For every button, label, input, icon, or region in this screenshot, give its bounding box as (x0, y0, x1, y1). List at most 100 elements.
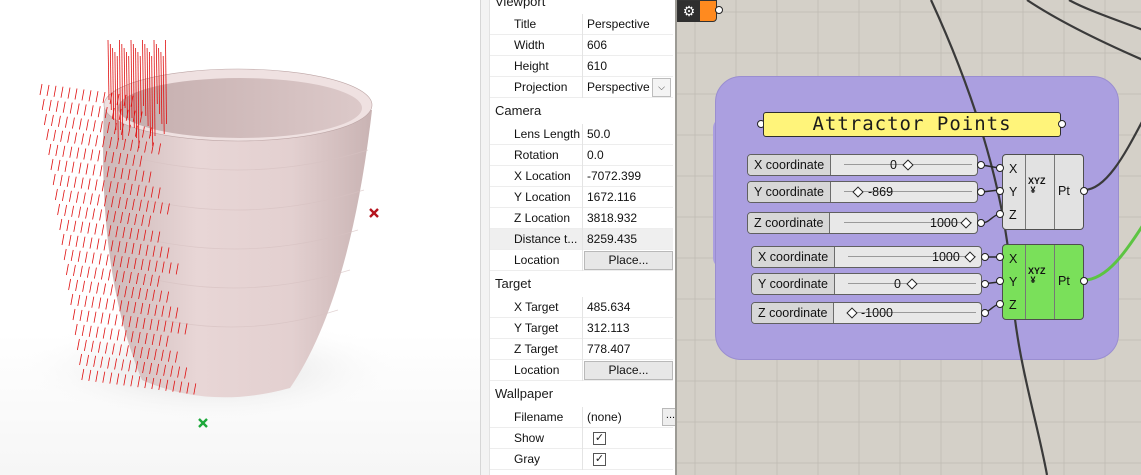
slider-label: Z coordinate (748, 213, 831, 233)
slider-knob[interactable] (852, 186, 864, 198)
prop-value[interactable]: Perspective (587, 80, 650, 94)
z-slider-1[interactable]: Z coordinate 1000 (747, 212, 978, 234)
slider-grip[interactable] (977, 188, 985, 196)
prop-filename[interactable]: Filename (none) ... (490, 407, 675, 428)
prop-value[interactable]: 50.0 (587, 127, 610, 141)
attractor-points-panel[interactable]: Attractor Points (763, 112, 1061, 137)
slider-label: X coordinate (748, 155, 832, 175)
prop-y-target[interactable]: Y Target 312.113 (490, 318, 673, 339)
slider-grip[interactable] (981, 280, 989, 288)
input-y[interactable]: Y (1009, 275, 1017, 289)
prop-label: Lens Length (514, 127, 581, 141)
prop-label: Show (514, 431, 545, 445)
slider-knob[interactable] (846, 307, 858, 319)
prop-show[interactable]: Show ✓ (490, 428, 673, 449)
prop-value: (none) (587, 410, 622, 424)
chevron-down-icon[interactable]: ⌵ (652, 78, 671, 97)
slider-value: -869 (868, 185, 894, 199)
output-grip[interactable] (715, 6, 723, 14)
prop-label: Location (514, 363, 560, 377)
attractor-point-red (369, 208, 379, 218)
slider-grip[interactable] (981, 309, 989, 317)
prop-label: Y Location (514, 190, 571, 204)
output-pt[interactable]: Pt (1058, 184, 1070, 198)
output-pt[interactable]: Pt (1058, 274, 1070, 288)
prop-lens-length[interactable]: Lens Length 50.0 (490, 124, 673, 145)
prop-label: Rotation (514, 148, 559, 162)
place-target-button[interactable]: Place... (584, 361, 673, 380)
input-grip[interactable] (996, 253, 1004, 261)
prop-height[interactable]: Height 610 (490, 56, 673, 77)
input-grip[interactable] (996, 164, 1004, 172)
grasshopper-canvas[interactable]: ⚙ Attractor Points X coordinate 0 Y coor… (675, 0, 1141, 475)
prop-rotation[interactable]: Rotation 0.0 (490, 145, 673, 166)
section-target: Target (495, 276, 532, 291)
slider-grip[interactable] (977, 219, 985, 227)
output-grip[interactable] (1058, 120, 1066, 128)
prop-projection[interactable]: Projection Perspective ⌵ (490, 77, 673, 98)
prop-value[interactable]: -7072.399 (587, 169, 641, 183)
slider-knob[interactable] (964, 251, 976, 263)
slider-grip[interactable] (977, 161, 985, 169)
slider-value: 1000 (932, 250, 960, 264)
prop-distance[interactable]: Distance t... 8259.435 (490, 229, 673, 250)
prop-camera-location: Location Place... (490, 250, 673, 271)
input-grip[interactable] (996, 300, 1004, 308)
slider-knob[interactable] (960, 217, 972, 229)
y-slider-1[interactable]: Y coordinate -869 (747, 181, 978, 203)
prop-x-target[interactable]: X Target 485.634 (490, 297, 673, 318)
prop-z-location[interactable]: Z Location 3818.932 (490, 208, 673, 229)
prop-value[interactable]: 606 (587, 38, 607, 52)
z-slider-2[interactable]: Z coordinate -1000 (751, 302, 982, 324)
input-z[interactable]: Z (1009, 298, 1017, 312)
prop-label: Distance t... (514, 232, 578, 246)
prop-value[interactable]: 0.0 (587, 148, 604, 162)
slider-value: -1000 (861, 306, 893, 320)
construct-point-2[interactable]: X Y Z XYZ ¥ Pt (1002, 244, 1084, 320)
prop-value[interactable]: 312.113 (587, 321, 630, 335)
prop-x-location[interactable]: X Location -7072.399 (490, 166, 673, 187)
show-checkbox[interactable]: ✓ (593, 432, 606, 445)
prop-width[interactable]: Width 606 (490, 35, 673, 56)
prop-value[interactable]: Perspective (587, 17, 650, 31)
prop-target-location: Location Place... (490, 360, 673, 381)
xyz-point-icon: XYZ ¥ (1028, 266, 1046, 285)
prop-value[interactable]: 778.407 (587, 342, 630, 356)
prop-title[interactable]: Title Perspective (490, 14, 673, 35)
input-grip[interactable] (996, 210, 1004, 218)
output-grip[interactable] (1080, 187, 1088, 195)
slider-knob[interactable] (902, 159, 914, 171)
prop-gray[interactable]: Gray ✓ (490, 449, 673, 470)
output-grip[interactable] (1080, 277, 1088, 285)
prop-label: Filename (514, 410, 564, 424)
prop-z-target[interactable]: Z Target 778.407 (490, 339, 673, 360)
input-z[interactable]: Z (1009, 208, 1017, 222)
gear-icon: ⚙ (678, 1, 700, 22)
prop-label: Height (514, 59, 549, 73)
slider-grip[interactable] (981, 253, 989, 261)
x-slider-1[interactable]: X coordinate 0 (747, 154, 978, 176)
input-x[interactable]: X (1009, 162, 1017, 176)
x-slider-2[interactable]: X coordinate 1000 (751, 246, 982, 268)
input-x[interactable]: X (1009, 252, 1017, 266)
place-camera-button[interactable]: Place... (584, 251, 673, 270)
prop-value[interactable]: 610 (587, 59, 607, 73)
input-grip[interactable] (996, 277, 1004, 285)
slider-knob[interactable] (906, 278, 918, 290)
prop-label: Title (514, 17, 537, 31)
corner-component[interactable]: ⚙ (677, 0, 717, 22)
input-grip[interactable] (996, 187, 1004, 195)
y-slider-2[interactable]: Y coordinate 0 (751, 273, 982, 295)
rhino-viewport[interactable] (0, 0, 480, 475)
prop-value[interactable]: 1672.116 (587, 190, 636, 204)
prop-value[interactable]: 3818.932 (587, 211, 637, 225)
gray-checkbox[interactable]: ✓ (593, 453, 606, 466)
construct-point-1[interactable]: X Y Z XYZ ¥ Pt (1002, 154, 1084, 230)
prop-label: Gray (514, 452, 541, 466)
prop-y-location[interactable]: Y Location 1672.116 (490, 187, 673, 208)
prop-label: Y Target (514, 321, 559, 335)
browse-button[interactable]: ... (662, 408, 675, 426)
prop-value[interactable]: 485.634 (587, 300, 630, 314)
prop-label: Z Location (514, 211, 571, 225)
input-y[interactable]: Y (1009, 185, 1017, 199)
